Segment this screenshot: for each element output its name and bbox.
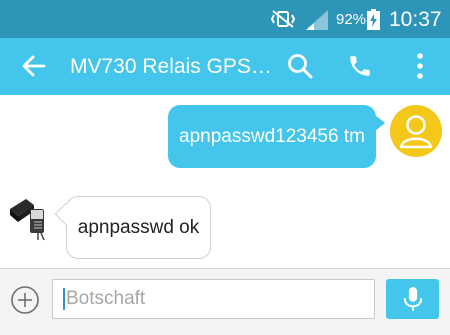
message-composer: Botschaft xyxy=(0,268,450,335)
contact-avatar[interactable] xyxy=(390,105,442,157)
person-icon xyxy=(399,115,433,149)
status-bar: 92% 10:37 xyxy=(0,0,450,38)
conversation-title[interactable]: MV730 Relais GPS… xyxy=(70,55,272,79)
microphone-icon xyxy=(403,287,422,311)
message-list[interactable]: apnpasswd123456 tm apnpasswd ok xyxy=(0,95,450,268)
search-icon[interactable] xyxy=(287,53,313,79)
phone-icon[interactable] xyxy=(347,53,373,79)
add-circle-icon[interactable] xyxy=(10,285,40,315)
message-input[interactable]: Botschaft xyxy=(52,279,375,319)
message-input-placeholder: Botschaft xyxy=(66,288,146,309)
clock: 10:37 xyxy=(389,8,442,31)
outgoing-message-bubble[interactable]: apnpasswd123456 tm xyxy=(168,105,385,168)
signal-icon xyxy=(306,10,328,30)
battery-percent: 92% xyxy=(336,11,367,28)
battery-charging-icon xyxy=(367,9,380,30)
text-cursor xyxy=(63,288,65,310)
mute-vibrate-icon xyxy=(270,10,296,28)
incoming-message-bubble[interactable]: apnpasswd ok xyxy=(66,196,211,259)
gps-relay-device-avatar[interactable] xyxy=(4,189,56,241)
app-bar: MV730 Relais GPS… xyxy=(0,38,450,95)
more-vert-icon[interactable] xyxy=(410,52,430,80)
back-arrow-icon[interactable] xyxy=(20,52,48,80)
voice-record-button[interactable] xyxy=(386,279,439,319)
